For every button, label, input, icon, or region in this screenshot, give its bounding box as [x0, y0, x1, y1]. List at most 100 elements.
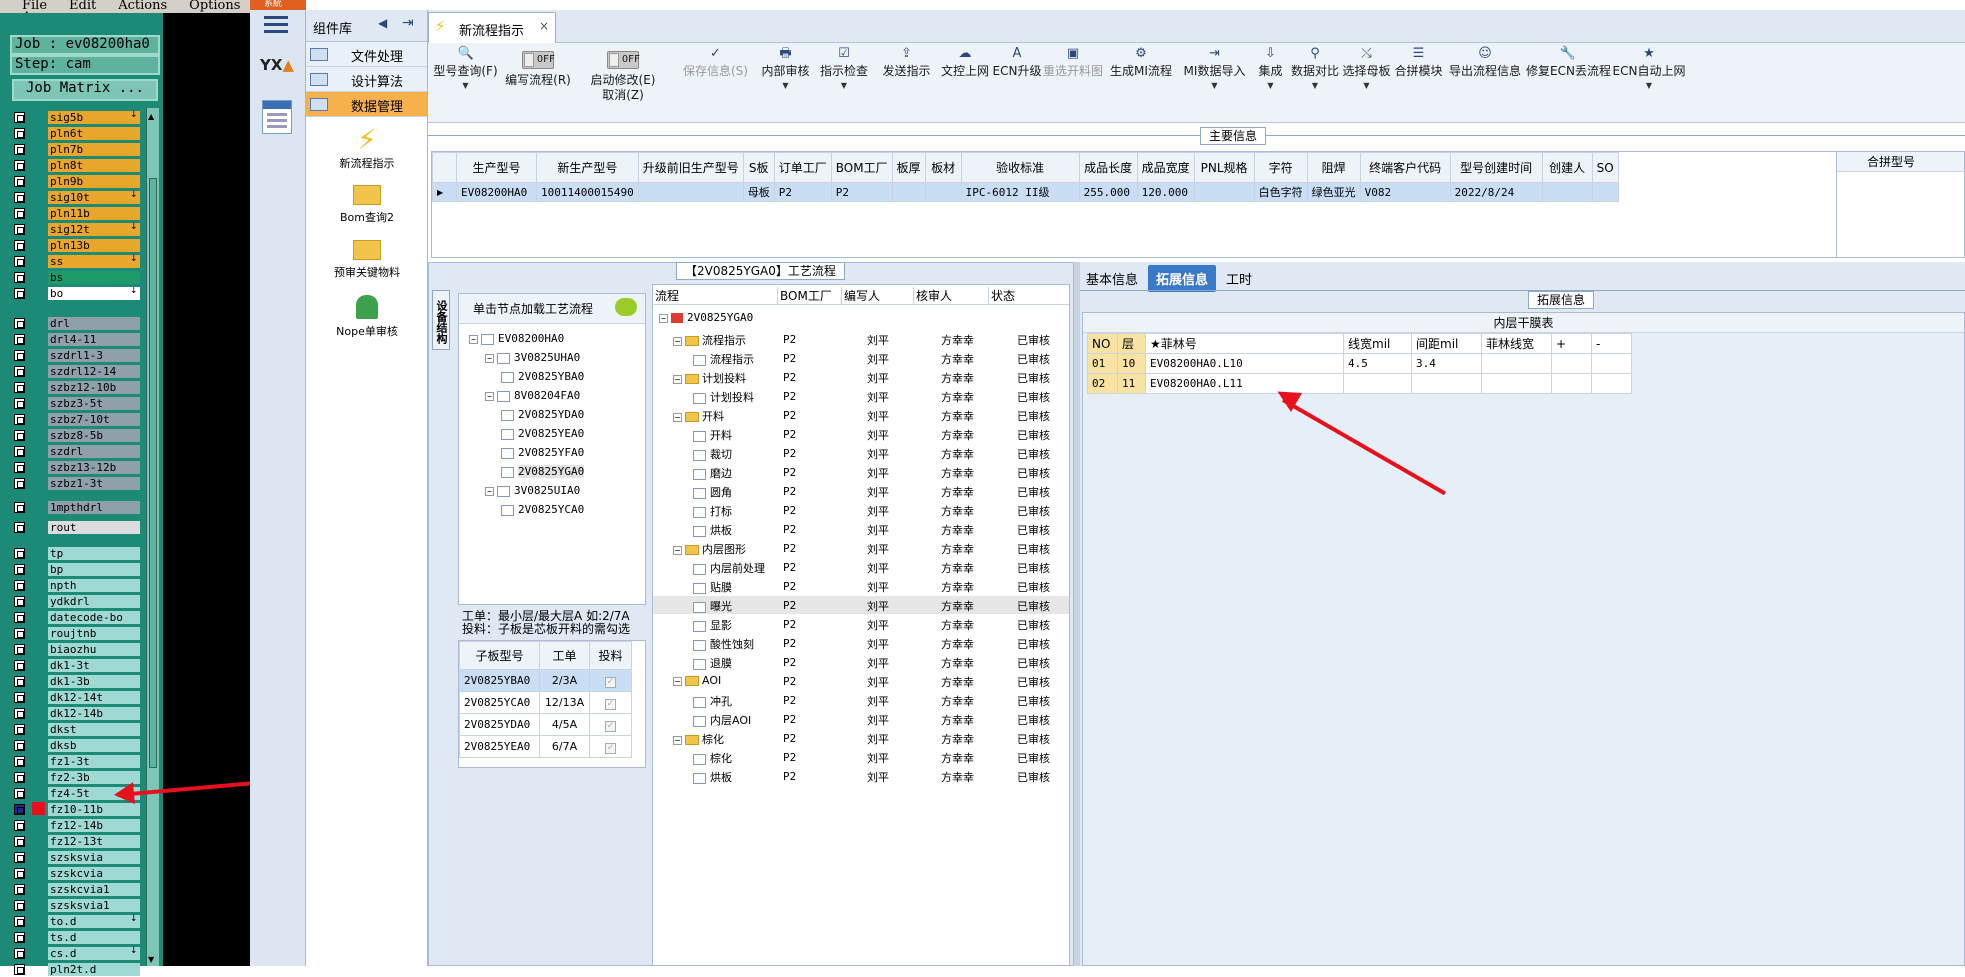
table-row[interactable]: 2V0825YDA0 4/5A ✓: [459, 713, 632, 736]
layer-row[interactable]: szskcvia: [10, 866, 162, 881]
layer-checkbox[interactable]: [14, 446, 25, 457]
table-cell[interactable]: [1481, 353, 1552, 374]
detail-tab-0[interactable]: 基本信息: [1078, 265, 1146, 292]
toolbar-button-2[interactable]: OFF 启动修改(E) 取消(Z): [573, 43, 673, 121]
layer-row[interactable]: szbz12-10b: [10, 380, 162, 395]
layer-row[interactable]: drl: [10, 316, 162, 331]
table-cell[interactable]: [1591, 182, 1619, 202]
layer-row[interactable]: 1mpthdrl: [10, 500, 162, 515]
layer-checkbox[interactable]: [14, 288, 25, 299]
layer-checkbox[interactable]: [14, 398, 25, 409]
layer-checkbox[interactable]: [14, 334, 25, 345]
layer-checkbox[interactable]: [14, 756, 25, 767]
column-header[interactable]: 层: [1117, 333, 1146, 354]
layer-checkbox[interactable]: [14, 852, 25, 863]
layer-checkbox[interactable]: [14, 272, 25, 283]
layer-row[interactable]: dk12-14b: [10, 706, 162, 721]
table-cell[interactable]: [891, 182, 926, 202]
layer-row[interactable]: bo ↓: [10, 286, 162, 301]
layer-row[interactable]: roujtnb: [10, 626, 162, 641]
layer-row[interactable]: pln11b: [10, 206, 162, 221]
yx-app-icon[interactable]: YX▲: [260, 56, 294, 90]
tree-node[interactable]: 2V0825YDA0: [501, 408, 584, 421]
column-header[interactable]: 新生产型号: [536, 152, 639, 183]
layer-checkbox[interactable]: [14, 564, 25, 575]
job-matrix-button[interactable]: Job Matrix ...: [12, 79, 158, 101]
layer-checkbox[interactable]: [14, 772, 25, 783]
layer-checkbox[interactable]: [14, 176, 25, 187]
layer-row[interactable]: pln9b: [10, 174, 162, 189]
flow-row[interactable]: 内层AOI P2 刘平 方幸幸 已审核: [653, 710, 1069, 728]
table-cell[interactable]: 绿色亚光: [1306, 182, 1361, 202]
flow-row[interactable]: − 内层图形 P2 刘平 方幸幸 已审核: [653, 539, 1069, 557]
column-header[interactable]: 成品宽度: [1136, 152, 1195, 183]
scroll-thumb[interactable]: [149, 178, 157, 768]
pin-icon[interactable]: ⇥: [402, 15, 414, 31]
table-cell[interactable]: 2022/8/24: [1449, 182, 1543, 202]
layer-row[interactable]: datecode-bo: [10, 610, 162, 625]
layer-checkbox[interactable]: [14, 430, 25, 441]
toggle-switch[interactable]: OFF: [522, 51, 555, 69]
layer-row[interactable]: ts.d: [10, 930, 162, 945]
toolbar-button-7[interactable]: ☁ 文控上网: [938, 43, 992, 121]
layer-checkbox[interactable]: [14, 208, 25, 219]
column-header[interactable]: PNL规格: [1193, 152, 1255, 183]
layer-row[interactable]: fz2-3b: [10, 770, 162, 785]
chevron-down-icon[interactable]: ▼: [1290, 81, 1340, 90]
column-header[interactable]: 线宽mil: [1343, 333, 1412, 354]
layer-checkbox[interactable]: [14, 836, 25, 847]
toolbar-button-12[interactable]: ⇩ 集成 ▼: [1251, 43, 1290, 121]
tree-node[interactable]: 2V0825YGA0: [501, 465, 585, 478]
layer-checkbox[interactable]: [14, 318, 25, 329]
chevron-down-icon[interactable]: ▼: [1340, 81, 1393, 90]
toolbar-button-10[interactable]: ⚙ 生成MI流程: [1104, 43, 1178, 121]
chevron-down-icon[interactable]: ▼: [758, 81, 813, 90]
layer-checkbox[interactable]: [14, 820, 25, 831]
toolbar-button-16[interactable]: ☺ 导出流程信息: [1444, 43, 1526, 121]
chevron-down-icon[interactable]: ▼: [428, 81, 503, 90]
tree-node[interactable]: 2V0825YEA0: [501, 427, 584, 440]
tree-node[interactable]: − 8V08204FA0: [485, 389, 580, 402]
table-cell[interactable]: [924, 182, 962, 202]
layer-row[interactable]: rout: [10, 520, 162, 535]
collapse-icon[interactable]: −: [673, 412, 682, 422]
layer-checkbox[interactable]: [14, 128, 25, 139]
layer-checkbox[interactable]: [14, 522, 25, 533]
column-header[interactable]: SO: [1591, 152, 1619, 183]
table-cell[interactable]: P2: [830, 182, 893, 202]
layer-row[interactable]: tp: [10, 546, 162, 561]
column-header[interactable]: +: [1551, 333, 1592, 354]
layer-checkbox[interactable]: [14, 596, 25, 607]
flow-column-header[interactable]: BOM工厂: [777, 287, 832, 305]
flow-row[interactable]: 计划投料 P2 刘平 方幸幸 已审核: [653, 387, 1069, 405]
toolbar-button-13[interactable]: ⚲ 数据对比 ▼: [1290, 43, 1340, 121]
layer-list-scrollbar[interactable]: ▲ ▼: [146, 108, 159, 966]
column-header[interactable]: -: [1591, 333, 1632, 354]
flow-row[interactable]: 棕化 P2 刘平 方幸幸 已审核: [653, 748, 1069, 766]
layer-row[interactable]: szbz7-10t: [10, 412, 162, 427]
flow-row[interactable]: 曝光 P2 刘平 方幸幸 已审核: [653, 596, 1069, 614]
collapse-icon[interactable]: −: [659, 313, 668, 323]
toolbar-button-18[interactable]: ★ ECN自动上网 ▼: [1609, 43, 1689, 121]
layer-row[interactable]: pln13b: [10, 238, 162, 253]
column-header[interactable]: 板材: [924, 152, 962, 183]
toolbar-button-3[interactable]: ✓ 保存信息(S): [673, 43, 758, 121]
layer-row[interactable]: to.d ↓: [10, 914, 162, 929]
prereview-material-button[interactable]: 预审关键物料: [317, 240, 417, 280]
column-header[interactable]: 工单: [539, 641, 590, 670]
flow-row[interactable]: 圆角 P2 刘平 方幸幸 已审核: [653, 482, 1069, 500]
layer-checkbox[interactable]: [14, 612, 25, 623]
nope-review-button[interactable]: Nope单审核: [317, 295, 417, 339]
flow-row[interactable]: 打标 P2 刘平 方幸幸 已审核: [653, 501, 1069, 519]
tree-node[interactable]: − 3V0825UHA0: [485, 351, 580, 364]
flow-row[interactable]: 退膜 P2 刘平 方幸幸 已审核: [653, 653, 1069, 671]
layer-row[interactable]: cs.d ↓: [10, 946, 162, 961]
flow-row[interactable]: 开料 P2 刘平 方幸幸 已审核: [653, 425, 1069, 443]
layer-row[interactable]: drl4-11: [10, 332, 162, 347]
column-header[interactable]: 升级前旧生产型号: [637, 152, 744, 183]
table-cell[interactable]: 3.4: [1411, 353, 1482, 374]
flow-row[interactable]: 冲孔 P2 刘平 方幸幸 已审核: [653, 691, 1069, 709]
table-cell[interactable]: 120.000: [1136, 182, 1195, 202]
chevron-down-icon[interactable]: ▼: [1609, 81, 1689, 90]
layer-checkbox[interactable]: [14, 580, 25, 591]
